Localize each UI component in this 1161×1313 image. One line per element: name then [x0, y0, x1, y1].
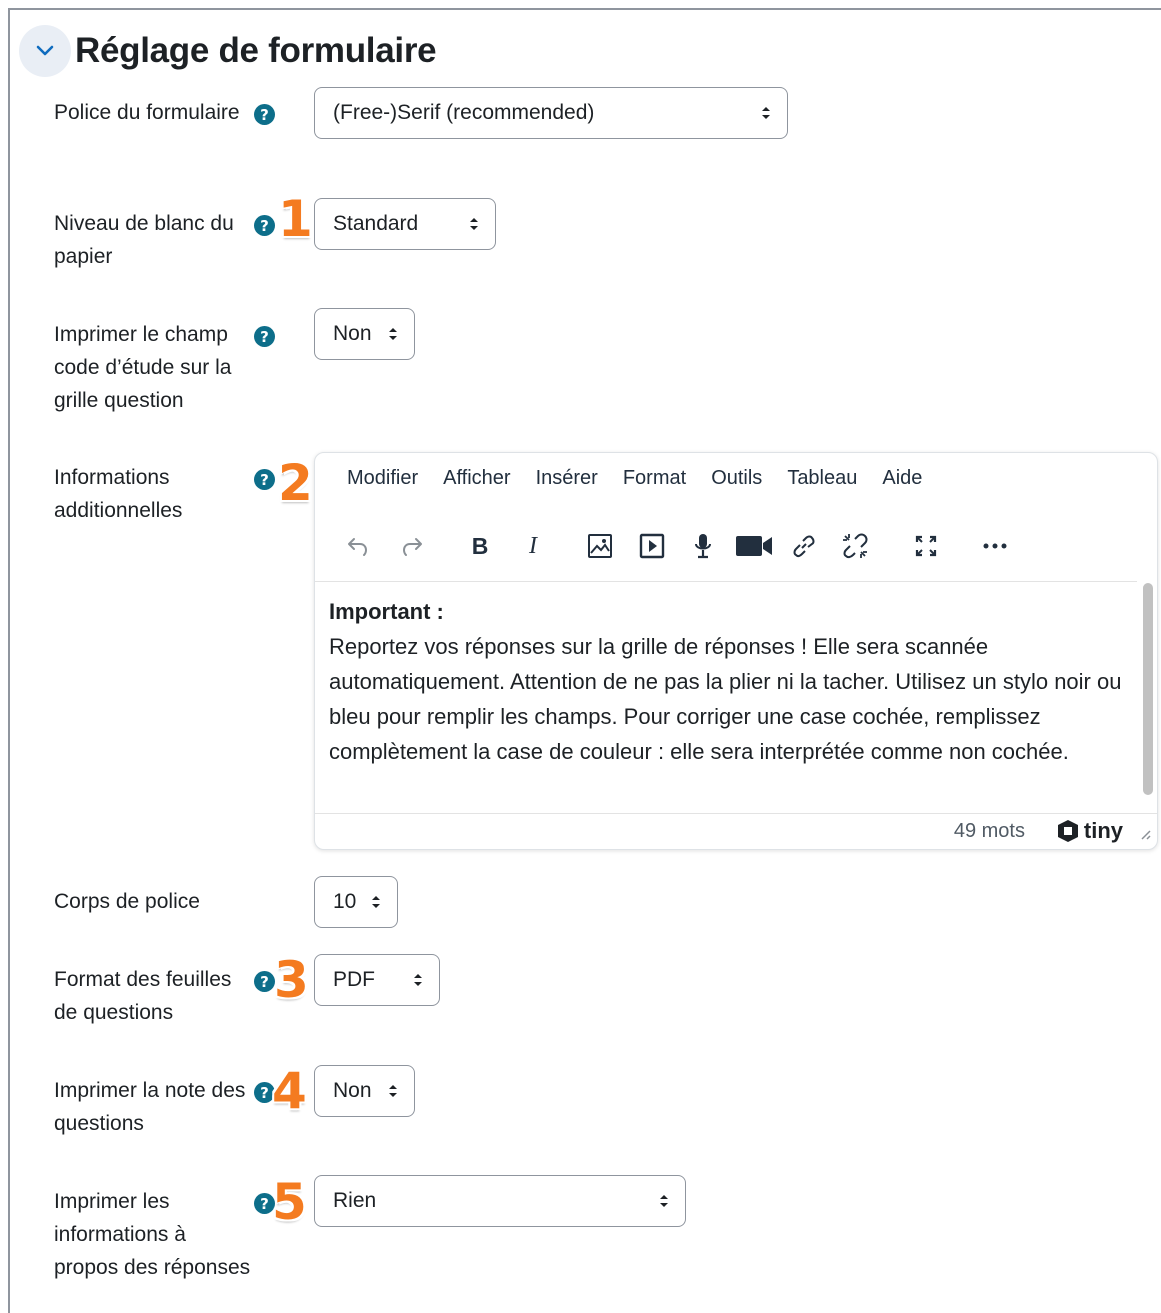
print-grade-select-value: Non	[333, 1079, 372, 1102]
unlink-icon[interactable]	[840, 531, 870, 561]
font-select-value: (Free-)Serif (recommended)	[333, 101, 595, 124]
image-icon[interactable]	[585, 531, 615, 561]
select-arrows-icon	[389, 1085, 397, 1097]
print-grade-select[interactable]: Non	[314, 1065, 415, 1117]
paper-white-select-value: Standard	[333, 212, 419, 235]
tiny-brand-label: tiny	[1083, 818, 1123, 843]
video-camera-icon[interactable]	[735, 531, 773, 561]
font-select[interactable]: (Free-)Serif (recommended)	[314, 87, 788, 139]
help-icon[interactable]: ?	[254, 971, 275, 992]
paper-white-select[interactable]: Standard	[314, 198, 496, 250]
microphone-icon[interactable]	[688, 531, 718, 561]
menu-modifier[interactable]: Modifier	[347, 467, 418, 490]
additional-info-label: Informations additionnelles	[54, 466, 183, 522]
select-arrows-icon	[372, 896, 380, 908]
select-arrows-icon	[762, 107, 770, 119]
media-icon[interactable]	[637, 531, 667, 561]
editor-menubar: Modifier Afficher Insérer Format Outils …	[315, 467, 947, 490]
editor-scrollbar[interactable]	[1143, 583, 1153, 795]
print-answer-info-select[interactable]: Rien	[314, 1175, 686, 1227]
menu-outils[interactable]: Outils	[711, 467, 762, 490]
help-icon[interactable]: ?	[254, 104, 275, 125]
annotation-marker-3: 3	[274, 951, 309, 1009]
editor-statusbar: 49 mots tiny	[315, 813, 1157, 849]
sheet-format-label: Format des feuilles de questions	[54, 968, 232, 1024]
undo-icon[interactable]	[343, 531, 373, 561]
help-icon[interactable]: ?	[254, 469, 275, 490]
italic-icon[interactable]: I	[518, 531, 548, 561]
redo-icon[interactable]	[397, 531, 427, 561]
chevron-down-icon	[36, 45, 54, 56]
tiny-logo-icon	[1057, 820, 1078, 842]
section-header: Réglage de formulaire	[19, 25, 437, 77]
select-arrows-icon	[470, 218, 478, 230]
resize-handle-icon[interactable]	[1137, 826, 1151, 840]
content-body: Reportez vos réponses sur la grille de r…	[329, 634, 1122, 764]
help-icon[interactable]: ?	[254, 215, 275, 236]
tiny-brand[interactable]: tiny	[1056, 818, 1123, 844]
more-icon[interactable]	[980, 531, 1010, 561]
word-count[interactable]: 49 mots	[954, 820, 1025, 843]
sheet-format-select[interactable]: PDF	[314, 954, 440, 1006]
select-arrows-icon	[414, 974, 422, 986]
fullscreen-icon[interactable]	[911, 531, 941, 561]
menu-tableau[interactable]: Tableau	[787, 467, 857, 490]
menu-aide[interactable]: Aide	[882, 467, 922, 490]
annotation-marker-2: 2	[278, 454, 313, 512]
paper-white-label: Niveau de blanc du papier	[54, 212, 234, 268]
print-code-select[interactable]: Non	[314, 308, 415, 360]
print-answer-info-select-value: Rien	[333, 1189, 377, 1212]
font-size-label: Corps de police	[54, 890, 200, 913]
select-arrows-icon	[389, 328, 397, 340]
print-answer-info-label: Imprimer les informations à propos des r…	[54, 1190, 251, 1279]
sheet-format-select-value: PDF	[333, 968, 375, 991]
annotation-marker-4: 4	[272, 1062, 307, 1120]
help-icon[interactable]: ?	[254, 326, 275, 347]
annotation-marker-1: 1	[278, 190, 313, 248]
section-title: Réglage de formulaire	[75, 31, 437, 70]
print-code-select-value: Non	[333, 322, 372, 345]
bold-icon[interactable]: B	[465, 531, 495, 561]
content-heading: Important :	[329, 599, 444, 624]
select-arrows-icon	[660, 1195, 668, 1207]
font-size-select[interactable]: 10	[314, 876, 398, 928]
menu-inserer[interactable]: Insérer	[536, 467, 598, 490]
print-grade-label: Imprimer la note des questions	[54, 1079, 246, 1135]
print-code-label: Imprimer le champ code d’étude sur la gr…	[54, 323, 232, 412]
rich-text-editor[interactable]: Modifier Afficher Insérer Format Outils …	[314, 452, 1158, 850]
menu-format[interactable]: Format	[623, 467, 686, 490]
font-size-select-value: 10	[333, 890, 357, 913]
editor-content-area[interactable]: Important : Reportez vos réponses sur la…	[315, 581, 1137, 813]
link-icon[interactable]	[789, 531, 819, 561]
annotation-marker-5: 5	[272, 1173, 307, 1231]
font-label: Police du formulaire	[54, 101, 240, 124]
menu-afficher[interactable]: Afficher	[443, 467, 510, 490]
collapse-button[interactable]	[19, 25, 71, 77]
